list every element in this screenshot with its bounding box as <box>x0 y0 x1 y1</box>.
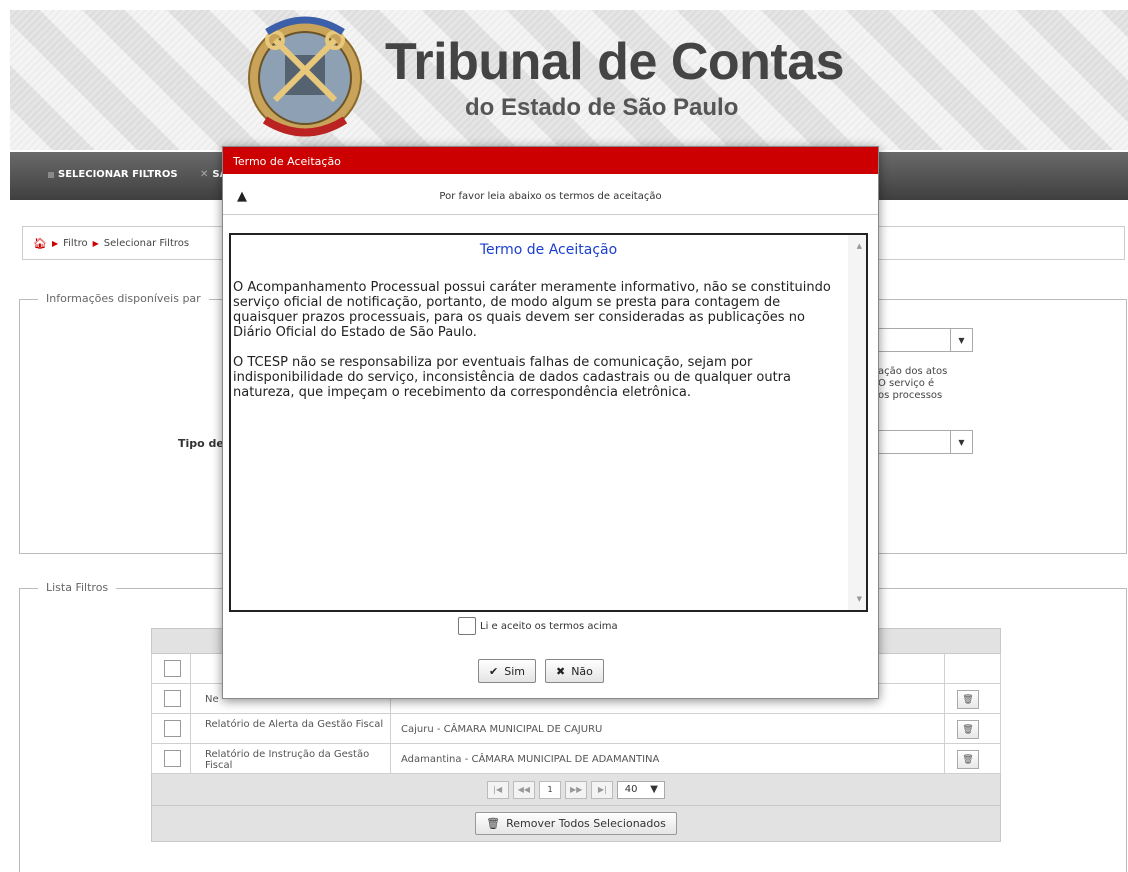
table-footer: 🗑︎ Remover Todos Selecionados <box>151 806 1001 842</box>
info-description-line: os processos <box>878 390 943 401</box>
terms-scrollbar[interactable]: ▲ ▼ <box>848 235 866 610</box>
trash-icon: 🗑︎ <box>486 817 501 830</box>
close-icon: ✖ <box>555 664 566 678</box>
brand-subtitle: do Estado de São Paulo <box>465 94 739 121</box>
home-icon[interactable]: 🏠︎ <box>33 237 47 250</box>
tce-seal-logo <box>248 16 362 137</box>
info-select-1[interactable]: ▼ <box>878 328 973 352</box>
current-page[interactable]: 1 <box>539 780 561 799</box>
tipo-select[interactable]: ▼ <box>878 430 973 454</box>
terms-paragraph: O TCESP não se responsabiliza por eventu… <box>233 355 791 400</box>
nav-label: SELECIONAR FILTROS <box>58 169 178 180</box>
yes-label: Sim <box>504 664 525 678</box>
scroll-up-icon[interactable]: ▲ <box>857 242 862 250</box>
terms-paragraph: O Acompanhamento Processual possui carát… <box>233 280 831 340</box>
action-cell: 🗑︎ <box>944 714 1001 743</box>
remove-all-button[interactable]: 🗑︎ Remover Todos Selecionados <box>475 812 677 835</box>
page-size-value: 40 <box>624 784 638 795</box>
header-cell <box>944 654 1001 683</box>
filter-name-cell: Relatório de Instrução da Gestão Fiscal <box>190 744 390 773</box>
breadcrumb-item[interactable]: Selecionar Filtros <box>104 238 189 249</box>
chevron-right-icon: ▶ <box>51 238 59 248</box>
info-panel-legend: Informações disponíveis par <box>38 292 209 305</box>
entity-cell: Cajuru - CÂMARA MUNICIPAL DE CAJURU <box>390 714 944 743</box>
brand-title: Tribunal de Contas <box>385 33 845 91</box>
row-checkbox[interactable] <box>164 720 181 737</box>
chevron-down-icon: ▼ <box>950 431 972 453</box>
prev-page-icon[interactable]: ◀◀ <box>512 780 535 799</box>
info-description-line: ação dos atos <box>878 366 948 377</box>
no-button[interactable]: ✖ Não <box>544 659 604 683</box>
terms-text-area[interactable]: Termo de Aceitação O Acompanhamento Proc… <box>229 233 868 612</box>
dialog-buttons: ✔ Sim ✖ Não <box>478 659 604 683</box>
table-row: Relatório de Alerta da Gestão Fiscal Caj… <box>151 714 1001 744</box>
trash-icon[interactable]: 🗑︎ <box>957 720 979 739</box>
info-description: ação dos atos O serviço é os processos <box>878 366 947 402</box>
dialog-notice: ▲ Por favor leia abaixo os termos de ace… <box>223 174 878 215</box>
table-row: Relatório de Instrução da Gestão Fiscal … <box>151 744 1001 774</box>
accept-terms-checkbox[interactable] <box>458 617 476 635</box>
warning-icon: ▲ <box>237 189 247 204</box>
close-icon: ✕ <box>200 169 209 180</box>
nav-selecionar-filtros[interactable]: SELECIONAR FILTROS <box>48 169 178 180</box>
yes-button[interactable]: ✔ Sim <box>478 659 536 683</box>
chevron-down-icon: ▼ <box>950 329 972 351</box>
check-icon: ✔ <box>489 664 499 678</box>
accept-terms-row: Li e aceito os termos acima <box>458 617 618 635</box>
tipo-label: Tipo de <box>178 437 224 450</box>
row-checkbox[interactable] <box>164 690 181 707</box>
square-icon <box>48 171 54 178</box>
pager: |◀ ◀◀ 1 ▶▶ ▶| 40 ▼ <box>151 774 1001 806</box>
action-cell: 🗑︎ <box>944 744 1001 773</box>
page-size-select[interactable]: 40 ▼ <box>617 780 666 799</box>
last-page-icon[interactable]: ▶| <box>591 780 614 799</box>
next-page-icon[interactable]: ▶▶ <box>565 780 588 799</box>
chevron-right-icon: ▶ <box>92 238 99 248</box>
remove-all-label: Remover Todos Selecionados <box>506 817 666 830</box>
scroll-down-icon[interactable]: ▼ <box>857 595 862 603</box>
select-all-checkbox[interactable] <box>164 660 181 677</box>
action-cell: 🗑︎ <box>944 684 1001 713</box>
site-header: Tribunal de Contas do Estado de São Paul… <box>10 10 1128 150</box>
trash-icon[interactable]: 🗑︎ <box>957 750 979 769</box>
terms-title: Termo de Aceitação <box>479 242 618 258</box>
terms-dialog: Termo de Aceitação ▲ Por favor leia abai… <box>222 146 879 699</box>
entity-cell: Adamantina - CÂMARA MUNICIPAL DE ADAMANT… <box>390 744 944 773</box>
no-label: Não <box>571 664 593 678</box>
row-checkbox[interactable] <box>164 750 181 767</box>
dialog-notice-text: Por favor leia abaixo os termos de aceit… <box>439 191 662 202</box>
list-panel-legend: Lista Filtros <box>38 581 117 594</box>
accept-terms-label[interactable]: Li e aceito os termos acima <box>480 621 618 632</box>
first-page-icon[interactable]: |◀ <box>486 780 509 799</box>
info-description-line: O serviço é <box>878 378 935 389</box>
caret-down-icon: ▼ <box>650 784 658 795</box>
dialog-title: Termo de Aceitação <box>223 147 878 174</box>
trash-icon[interactable]: 🗑︎ <box>957 690 979 709</box>
breadcrumb-item[interactable]: Filtro <box>63 238 88 249</box>
filter-name-cell: Relatório de Alerta da Gestão Fiscal <box>190 714 390 743</box>
